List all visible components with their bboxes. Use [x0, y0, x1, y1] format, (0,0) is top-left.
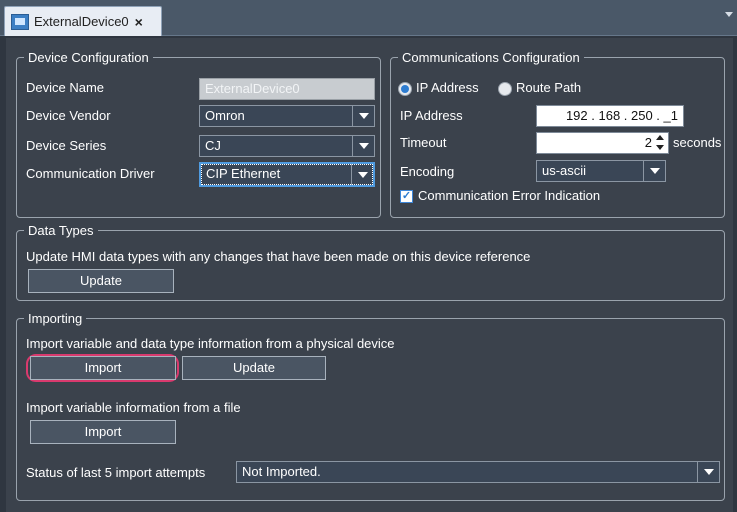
import-status-label: Status of last 5 import attempts	[26, 465, 206, 480]
spinner-icon[interactable]	[656, 135, 666, 151]
ip-address-input[interactable]: 192 . 168 . 250 . _1	[536, 105, 684, 127]
device-icon	[11, 13, 29, 30]
route-path-radio-label[interactable]: Route Path	[516, 80, 581, 95]
data-types-legend: Data Types	[28, 223, 94, 238]
tab-bar: ExternalDevice0 ×	[0, 0, 737, 36]
route-path-radio[interactable]	[498, 82, 512, 96]
communication-driver-select[interactable]: CIP Ethernet	[199, 162, 375, 187]
import-status-value: Not Imported.	[242, 464, 321, 479]
communication-error-indication-checkbox[interactable]: ✓	[400, 190, 413, 203]
encoding-value: us-ascii	[542, 163, 587, 178]
checkmark-icon: ✓	[401, 190, 412, 202]
timeout-input[interactable]: 2	[536, 132, 669, 154]
importing-legend: Importing	[28, 311, 83, 326]
close-icon[interactable]: ×	[135, 14, 143, 30]
tab-external-device[interactable]: ExternalDevice0 ×	[4, 6, 162, 36]
data-types-update-button[interactable]: Update	[28, 269, 174, 293]
chevron-down-icon[interactable]	[643, 161, 665, 181]
tab-title: ExternalDevice0	[34, 14, 129, 29]
device-vendor-value: Omron	[205, 108, 245, 123]
update-from-device-button[interactable]: Update	[182, 356, 326, 380]
communication-error-indication-label[interactable]: Communication Error Indication	[418, 188, 600, 203]
chevron-down-icon[interactable]	[352, 106, 374, 126]
device-vendor-label: Device Vendor	[26, 108, 111, 123]
device-configuration-group: Device Configuration	[16, 50, 381, 218]
chevron-down-icon[interactable]	[352, 136, 374, 156]
tab-menu-icon[interactable]	[725, 12, 733, 17]
encoding-label: Encoding	[400, 164, 455, 179]
chevron-down-icon[interactable]	[697, 462, 719, 482]
communication-driver-value: CIP Ethernet	[206, 166, 281, 181]
encoding-select[interactable]: us-ascii	[536, 160, 666, 182]
device-name-label: Device Name	[26, 80, 105, 95]
device-vendor-select[interactable]: Omron	[199, 105, 375, 127]
device-series-label: Device Series	[26, 138, 107, 153]
chevron-down-icon[interactable]	[351, 164, 373, 185]
timeout-value: 2	[644, 135, 652, 150]
device-name-field: ExternalDevice0	[199, 78, 375, 100]
data-types-description: Update HMI data types with any changes t…	[26, 249, 531, 264]
import-status-select[interactable]: Not Imported.	[236, 461, 720, 483]
device-configuration-legend: Device Configuration	[28, 50, 149, 65]
ip-address-radio[interactable]	[398, 82, 412, 96]
communications-configuration-legend: Communications Configuration	[402, 50, 580, 65]
timeout-label: Timeout	[400, 135, 447, 150]
import-physical-description: Import variable and data type informatio…	[26, 336, 395, 351]
import-from-file-button[interactable]: Import	[30, 420, 176, 444]
ip-address-radio-label[interactable]: IP Address	[416, 80, 479, 95]
timeout-unit-label: seconds	[673, 135, 722, 150]
device-series-select[interactable]: CJ	[199, 135, 375, 157]
communication-driver-label: Communication Driver	[26, 166, 155, 181]
device-series-value: CJ	[205, 138, 221, 153]
ip-address-label: IP Address	[400, 108, 463, 123]
device-editor: Device Configuration Device Name Externa…	[6, 38, 733, 512]
import-from-device-button[interactable]: Import	[30, 356, 176, 380]
import-file-description: Import variable information from a file	[26, 400, 241, 415]
